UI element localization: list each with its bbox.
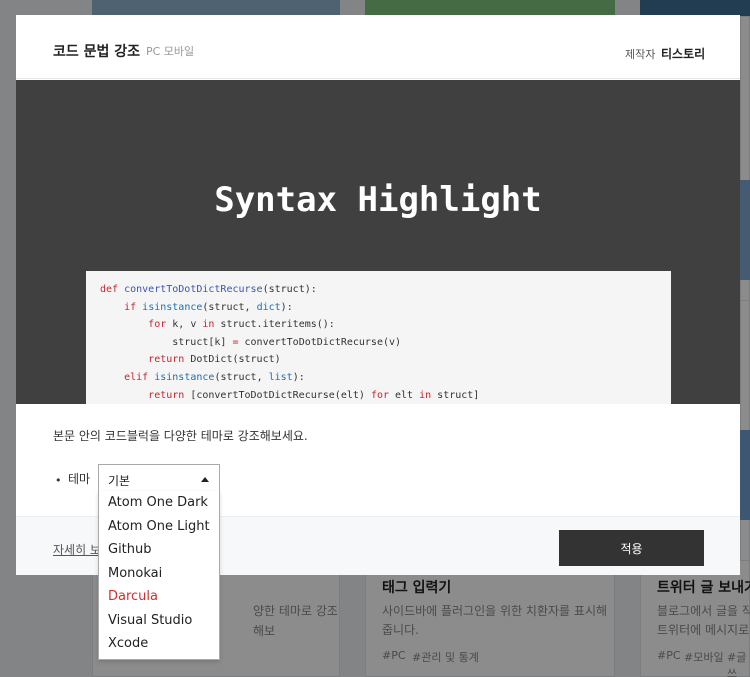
theme-option[interactable]: Monokai bbox=[99, 562, 219, 586]
theme-select[interactable]: 기본 bbox=[98, 464, 220, 492]
theme-option[interactable]: Github bbox=[99, 538, 219, 562]
theme-option[interactable]: Atom One Dark bbox=[99, 491, 219, 515]
platform-labels: PC 모바일 bbox=[146, 45, 195, 58]
code-line: struct[k] = convertToDotDictRecurse(v) bbox=[100, 336, 402, 348]
banner-title: Syntax Highlight bbox=[214, 180, 542, 220]
code-token: convertToDotDictRecurse bbox=[124, 284, 263, 295]
plugin-description: 본문 안의 코드블럭을 다양한 테마로 강조해보세요. bbox=[53, 429, 308, 443]
code-line: if isinstance(struct, dict): bbox=[124, 301, 293, 313]
modal-title: 코드 문법 강조 bbox=[53, 44, 141, 60]
theme-dropdown-list: Atom One Dark Atom One Light Github Mono… bbox=[98, 491, 220, 660]
theme-option[interactable]: Xcode bbox=[99, 632, 219, 656]
apply-button[interactable]: 적용 bbox=[559, 530, 704, 566]
code-line: def convertToDotDictRecurse(struct): bbox=[100, 284, 317, 295]
code-preview: def convertToDotDictRecurse(struct): if … bbox=[86, 271, 671, 404]
theme-option[interactable]: Atom One Light bbox=[99, 515, 219, 539]
code-line: elif isinstance(struct, list): bbox=[124, 371, 305, 383]
maker-label: 제작자 bbox=[625, 48, 656, 61]
code-line: for k, v in struct.iteritems(): bbox=[148, 319, 335, 331]
code-line: return DotDict(struct) bbox=[148, 354, 281, 366]
modal-header: 코드 문법 강조 PC 모바일 제작자 티스토리 bbox=[16, 15, 740, 79]
maker-name: 티스토리 bbox=[661, 47, 706, 61]
theme-option[interactable]: Visual Studio bbox=[99, 609, 219, 633]
code-line: return [convertToDotDictRecurse(elt) for… bbox=[148, 389, 480, 401]
preview-banner: Syntax Highlight def convertToDotDictRec… bbox=[16, 80, 740, 404]
theme-select-value: 기본 bbox=[108, 474, 131, 488]
caret-up-icon bbox=[201, 477, 209, 482]
theme-option-highlighted[interactable]: Darcula bbox=[99, 585, 219, 609]
bullet: • bbox=[55, 474, 62, 487]
theme-label: 테마 bbox=[68, 472, 91, 486]
